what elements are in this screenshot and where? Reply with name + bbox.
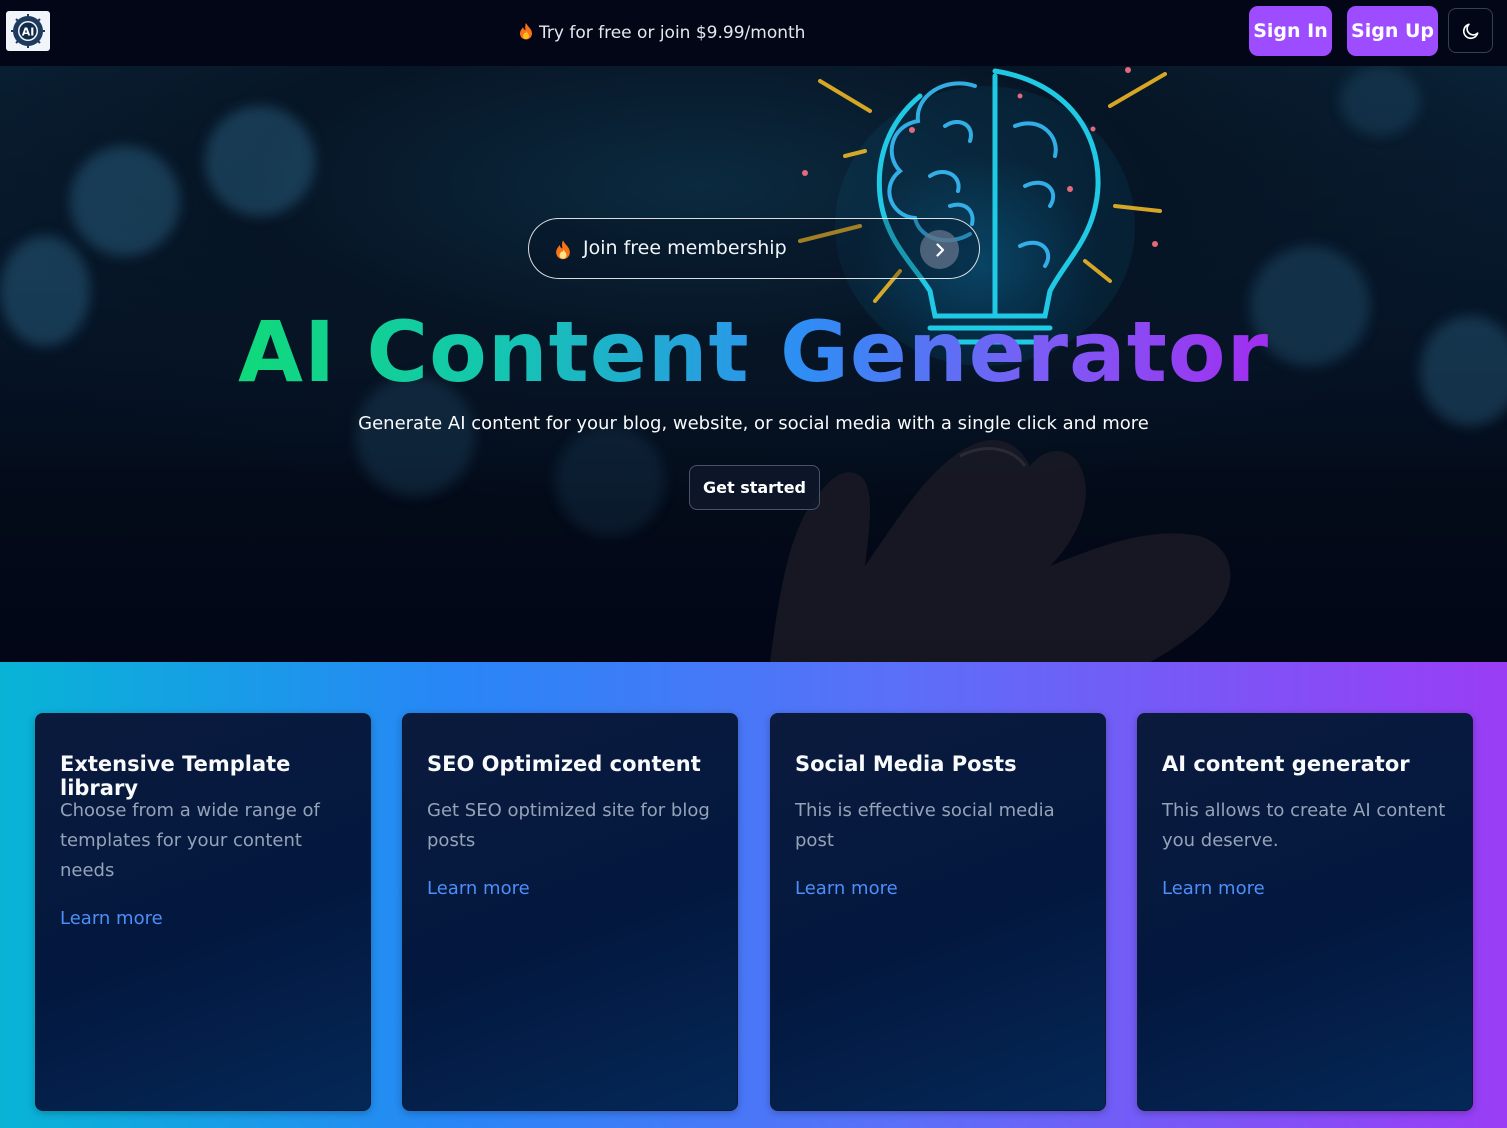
hero-section: Join free membership AI Content Generato… [0,66,1507,662]
logo-graphic: AI [11,14,45,48]
feature-card-title: SEO Optimized content [427,752,701,776]
feature-card-description: Get SEO optimized site for blog posts [427,800,710,851]
hero-subtitle: Generate AI content for your blog, websi… [358,413,1149,434]
membership-pill-label: Join free membership [583,237,787,259]
feature-card-description: This is effective social media post [795,800,1055,851]
feature-card: Social Media Posts This is effective soc… [770,713,1106,1111]
learn-more-link[interactable]: Learn more [60,908,163,929]
flame-icon [555,239,571,264]
promo-banner: Try for free or join $9.99/month [519,21,805,45]
feature-card: SEO Optimized content Get SEO optimized … [402,713,738,1111]
feature-card: AI content generator This allows to crea… [1137,713,1473,1111]
features-section: Extensive Template library Choose from a… [0,662,1507,1128]
theme-toggle-button[interactable] [1448,8,1493,53]
sign-up-button[interactable]: Sign Up [1347,6,1438,56]
feature-card-title: Social Media Posts [795,752,1017,776]
promo-text: Try for free or join $9.99/month [539,23,806,43]
ai-logo-icon[interactable]: AI [6,11,50,51]
learn-more-link[interactable]: Learn more [1162,878,1265,899]
feature-card-description: This allows to create AI content you des… [1162,800,1446,851]
moon-icon [1462,23,1478,39]
chevron-right-icon[interactable] [920,230,959,269]
feature-card: Extensive Template library Choose from a… [35,713,371,1111]
svg-text:AI: AI [22,26,35,39]
feature-card-title: Extensive Template library [60,752,291,800]
learn-more-link[interactable]: Learn more [795,878,898,899]
flame-icon [519,22,533,45]
get-started-button[interactable]: Get started [689,465,820,510]
join-membership-pill[interactable]: Join free membership [528,218,980,279]
hero-title: AI Content Generator [237,303,1270,401]
learn-more-link[interactable]: Learn more [427,878,530,899]
feature-card-description: Choose from a wide range of templates fo… [60,800,320,881]
top-nav: AI Try for free or join $9.99/month Sign… [0,0,1507,66]
sign-in-button[interactable]: Sign In [1249,6,1332,56]
feature-card-title: AI content generator [1162,752,1410,776]
